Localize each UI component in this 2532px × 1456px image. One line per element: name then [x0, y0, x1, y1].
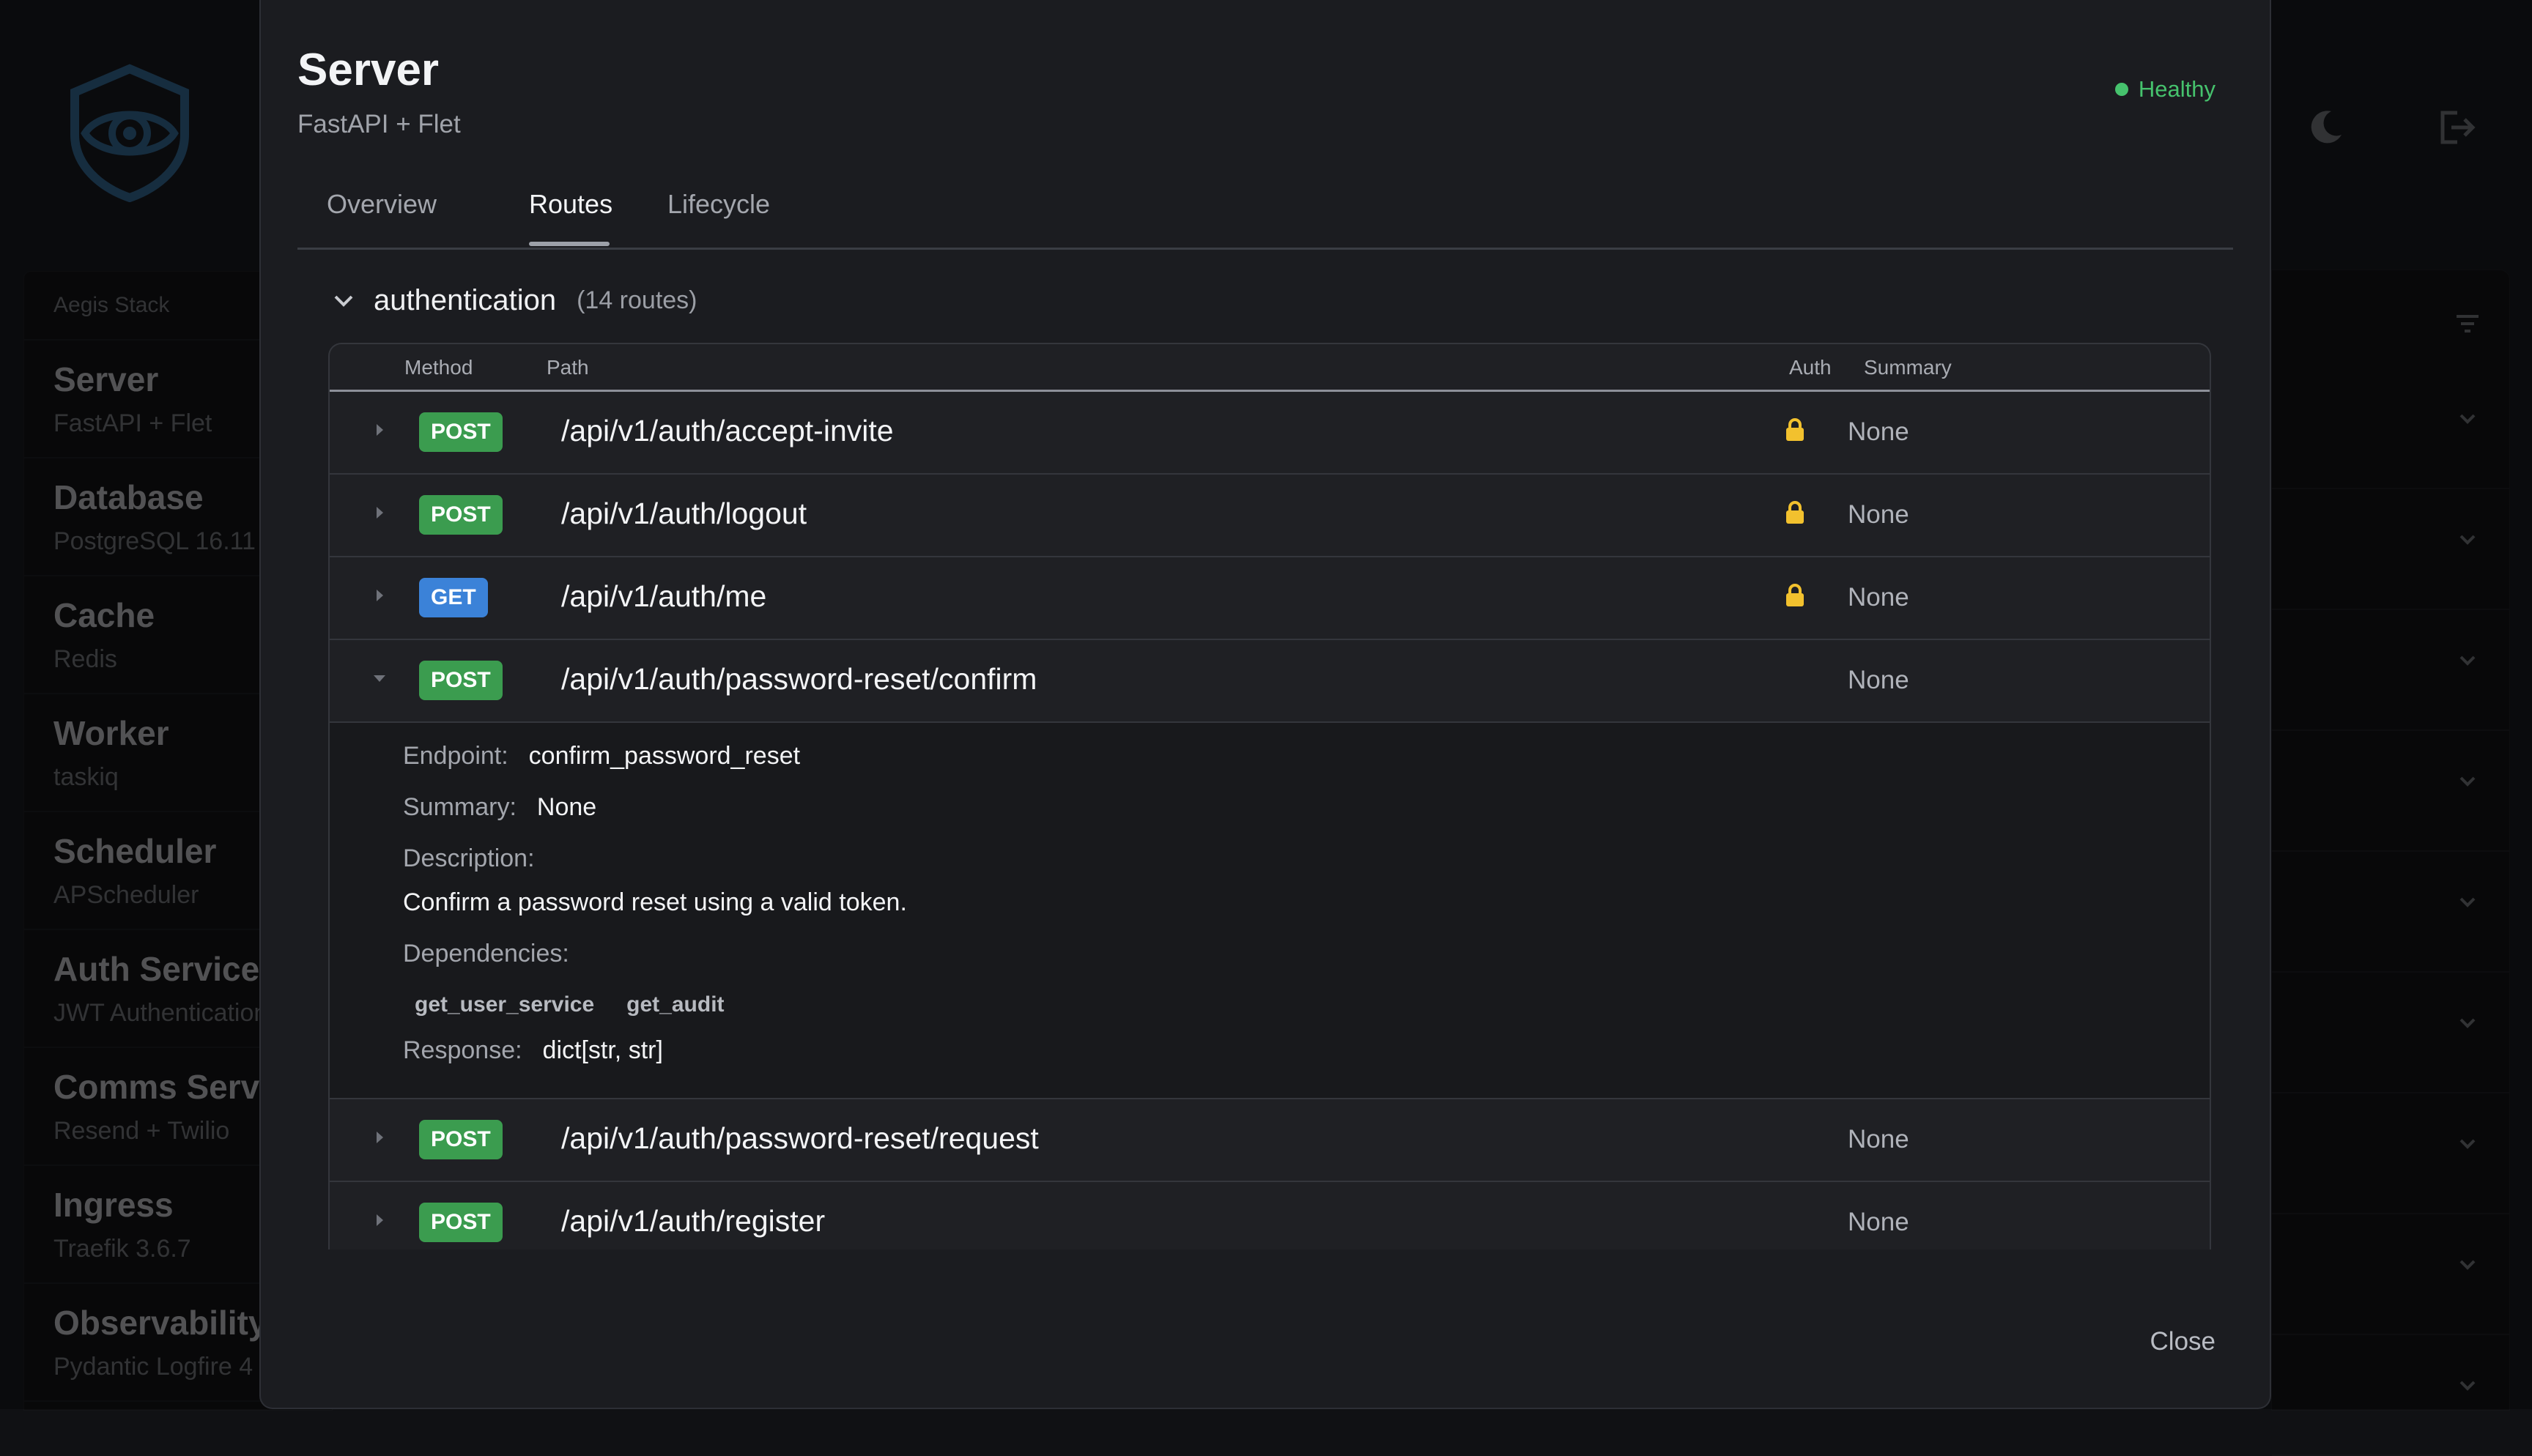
route-path: /api/v1/auth/password-reset/confirm: [561, 662, 1037, 696]
status-dot-icon: [2114, 83, 2128, 96]
lock-icon: [1786, 501, 1804, 524]
route-group-header[interactable]: authentication (14 routes): [333, 284, 697, 317]
method-badge: POST: [419, 1203, 503, 1242]
method-badge: GET: [419, 578, 488, 617]
summary-label: Summary:: [403, 793, 517, 821]
route-row[interactable]: POST/api/v1/auth/password-reset/request N…: [330, 1099, 2210, 1182]
method-badge: POST: [419, 412, 503, 452]
route-group-name: authentication: [374, 284, 557, 316]
table-header: Method Path Auth Summary: [330, 344, 2210, 392]
route-row[interactable]: POST/api/v1/auth/password-reset/confirm N…: [330, 640, 2210, 723]
route-summary: None: [1848, 1208, 1909, 1236]
dependency-list: get_user_service get_audit: [415, 989, 757, 1018]
summary-value: None: [536, 793, 597, 821]
route-summary: None: [1848, 666, 1909, 694]
active-tab-indicator: [529, 242, 610, 246]
route-group-count: (14 routes): [577, 286, 697, 314]
endpoint-label: Endpoint:: [403, 742, 508, 770]
tab-lifecycle[interactable]: Lifecycle: [667, 189, 770, 220]
caret-down-icon[interactable]: [371, 669, 388, 687]
route-summary: None: [1848, 417, 1909, 446]
caret-right-icon[interactable]: [371, 504, 388, 521]
description-label: Description:: [403, 844, 535, 872]
header-method: Method: [404, 356, 473, 379]
modal-title: Server: [297, 45, 440, 95]
routes-table: Method Path Auth Summary POST/api/v1/aut…: [328, 343, 2211, 1249]
route-summary: None: [1848, 1125, 1909, 1154]
route-path: /api/v1/auth/logout: [561, 497, 807, 530]
endpoint-value: confirm_password_reset: [528, 742, 801, 770]
route-path: /api/v1/auth/register: [561, 1204, 826, 1238]
dependency-chip: get_user_service: [415, 992, 595, 1017]
route-row[interactable]: GET/api/v1/auth/me None: [330, 557, 2210, 640]
chevron-down-icon[interactable]: [333, 294, 355, 308]
header-path: Path: [547, 356, 589, 379]
route-row[interactable]: POST/api/v1/auth/logout None: [330, 475, 2210, 557]
lock-icon: [1786, 584, 1804, 606]
dependencies-label: Dependencies:: [403, 940, 569, 967]
dependency-chip: get_audit: [626, 992, 725, 1017]
route-detail-panel: Endpoint: confirm_password_reset Summary: N…: [330, 723, 2210, 1099]
detail-dependencies-label: Dependencies:: [403, 940, 569, 968]
modal-subtitle: FastAPI + Flet: [297, 110, 461, 138]
caret-right-icon[interactable]: [371, 421, 388, 439]
detail-endpoint: Endpoint: confirm_password_reset: [403, 742, 800, 770]
detail-description: Confirm a password reset using a valid t…: [403, 888, 907, 917]
status-label: Healthy: [2138, 76, 2216, 102]
caret-right-icon[interactable]: [371, 1211, 388, 1229]
method-badge: POST: [419, 495, 503, 535]
route-path: /api/v1/auth/password-reset/request: [561, 1121, 1039, 1155]
tab-routes[interactable]: Routes: [529, 189, 612, 220]
tab-bar: Overview Routes Lifecycle: [297, 173, 2233, 250]
description-value: Confirm a password reset using a valid t…: [403, 888, 907, 916]
close-button[interactable]: Close: [2150, 1327, 2216, 1356]
detail-response: Response: dict[str, str]: [403, 1036, 663, 1065]
server-modal: Server FastAPI + Flet Healthy Overview R…: [259, 0, 2271, 1409]
response-value: dict[str, str]: [542, 1036, 663, 1064]
route-path: /api/v1/auth/me: [561, 579, 767, 613]
route-summary: None: [1848, 500, 1909, 529]
method-badge: POST: [419, 661, 503, 700]
method-badge: POST: [419, 1120, 503, 1159]
caret-right-icon[interactable]: [371, 1129, 388, 1146]
detail-description-label: Description:: [403, 844, 535, 873]
detail-summary: Summary: None: [403, 793, 596, 822]
route-row[interactable]: POST/api/v1/auth/accept-invite None: [330, 392, 2210, 475]
lock-icon: [1786, 418, 1804, 441]
tab-overview[interactable]: Overview: [327, 189, 437, 220]
route-path: /api/v1/auth/accept-invite: [561, 414, 894, 447]
route-summary: None: [1848, 583, 1909, 612]
header-summary: Summary: [1864, 356, 1952, 379]
header-auth: Auth: [1789, 356, 1832, 379]
route-row[interactable]: POST/api/v1/auth/register None: [330, 1182, 2210, 1249]
caret-right-icon[interactable]: [371, 587, 388, 604]
response-label: Response:: [403, 1036, 522, 1064]
status-badge: Healthy: [2114, 76, 2216, 103]
